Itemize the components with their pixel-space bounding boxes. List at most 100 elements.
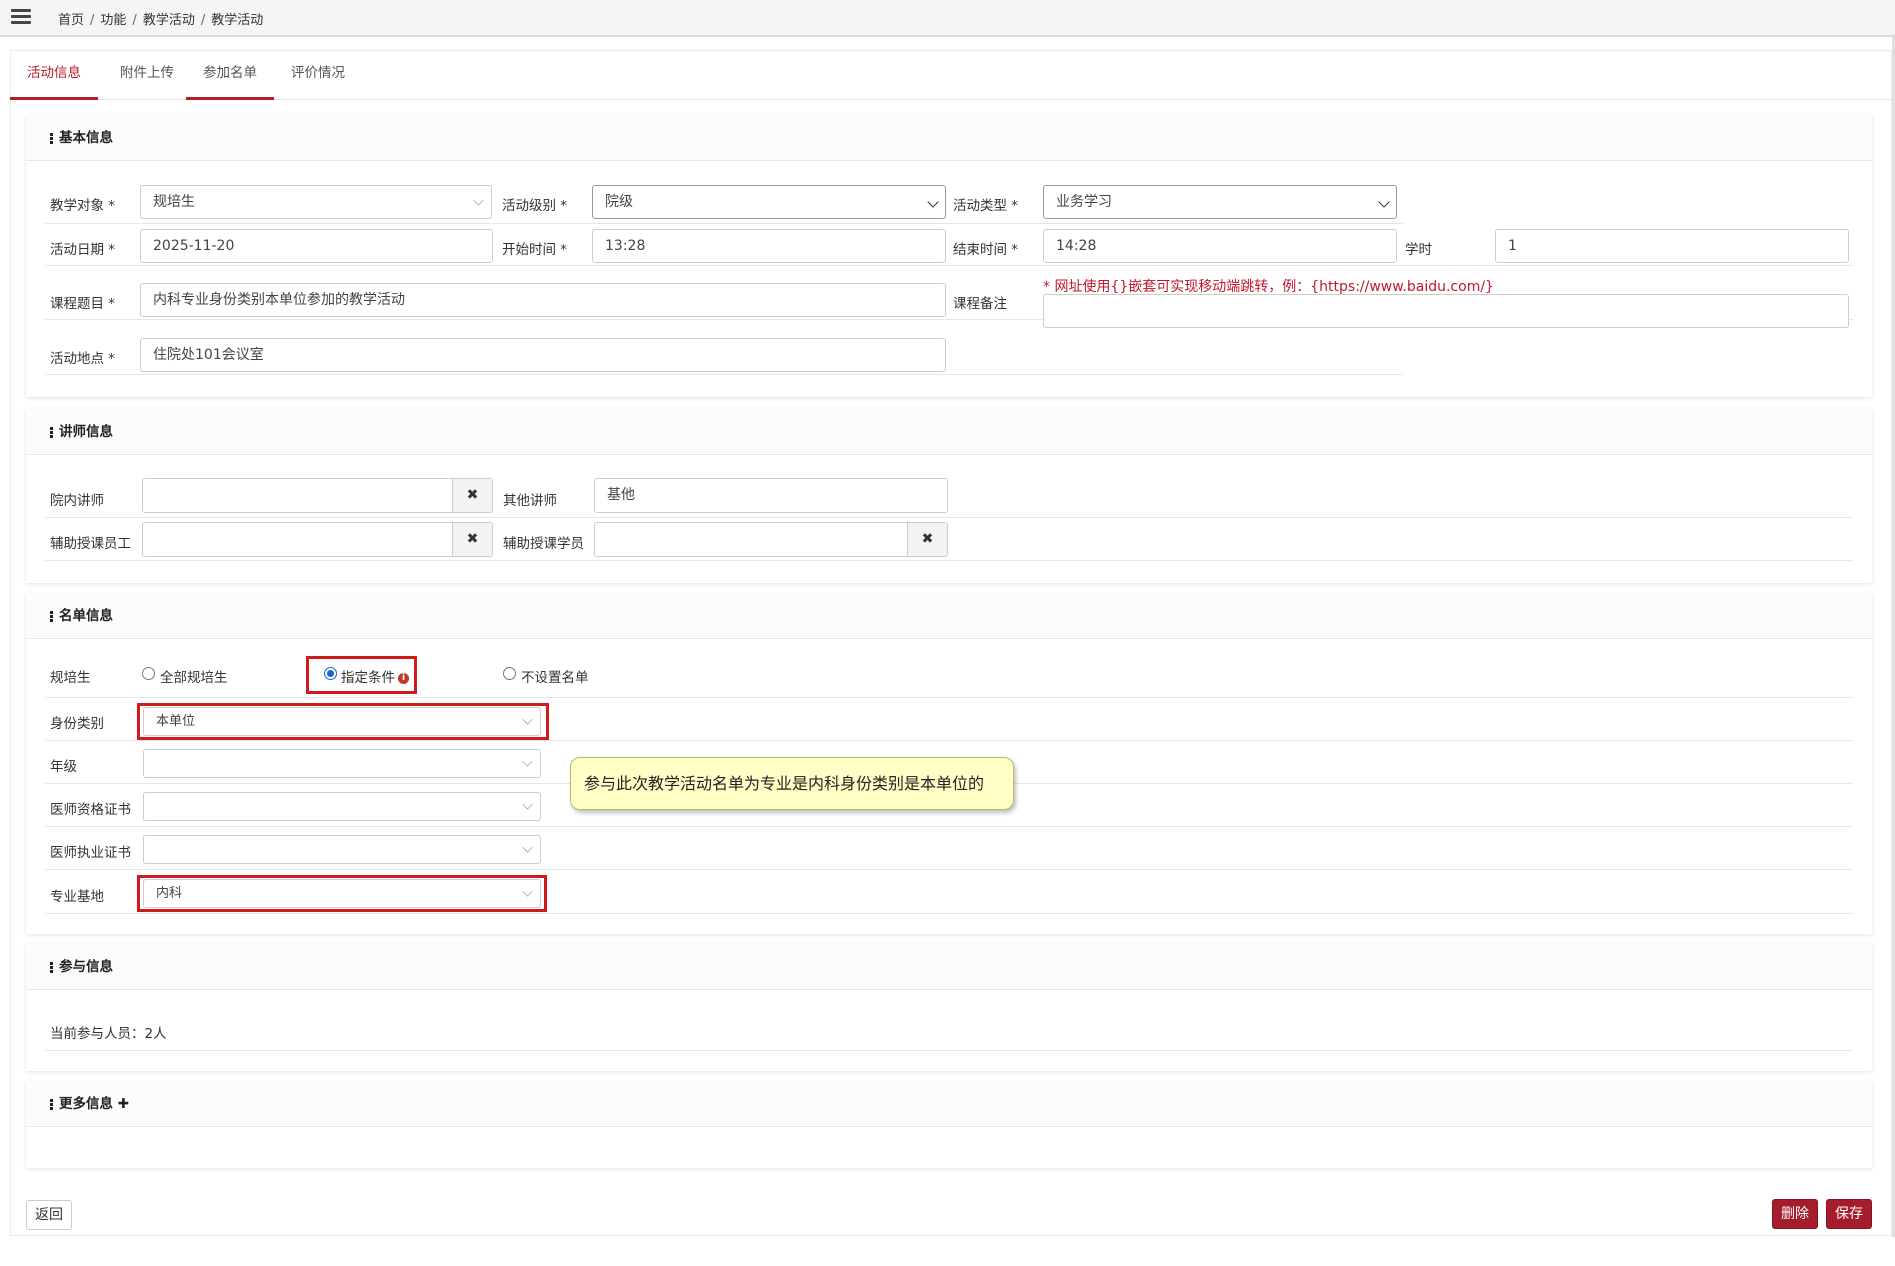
level-value: 院级 <box>605 194 633 210</box>
top-bar: 首页 / 功能 / 教学活动 / 教学活动 <box>0 0 1895 37</box>
breadcrumb-function[interactable]: 功能 <box>100 13 126 28</box>
type-select[interactable]: 业务学习 <box>1043 185 1397 219</box>
radio-specified-label[interactable]: 指定条件 i <box>341 666 409 686</box>
participant-count: 当前参与人员：2人 <box>50 1026 167 1042</box>
clear-icon[interactable]: ✖ <box>907 523 947 556</box>
delete-button[interactable]: 删除 <box>1772 1199 1818 1229</box>
end-time-input[interactable]: 14:28 <box>1043 229 1397 263</box>
save-button[interactable]: 保存 <box>1826 1199 1872 1229</box>
radio-all-trainees[interactable] <box>142 667 155 680</box>
info-icon[interactable]: i <box>398 672 409 684</box>
tab-activity-info[interactable]: 活动信息 <box>10 52 98 100</box>
breadcrumb: 首页 / 功能 / 教学活动 / 教学活动 <box>58 9 263 28</box>
chevron-down-icon <box>522 756 533 767</box>
clear-icon[interactable]: ✖ <box>452 523 492 556</box>
basic-info-header: 基本信息 <box>26 115 1872 161</box>
assist-staff-label: 辅助授课员工 <box>50 536 131 552</box>
lecturer-info-title: 讲师信息 <box>59 424 113 440</box>
chevron-down-icon <box>522 714 533 725</box>
type-label: 活动类型 * <box>953 198 1019 214</box>
radio-specified-text: 指定条件 <box>341 670 395 686</box>
back-button[interactable]: 返回 <box>26 1200 72 1230</box>
more-info-header[interactable]: 更多信息 ✚ <box>26 1081 1872 1127</box>
topic-label: 课程题目 * <box>50 296 116 312</box>
end-time-label: 结束时间 * <box>953 242 1019 258</box>
internal-lecturer-label: 院内讲师 <box>50 493 104 509</box>
assist-staff-input[interactable]: ✖ <box>142 522 493 557</box>
more-info-section: 更多信息 ✚ <box>26 1081 1872 1168</box>
license-select[interactable] <box>143 835 541 864</box>
annotation-tooltip: 参与此次教学活动名单为专业是内科身份类别是本单位的 <box>570 757 1014 810</box>
participation-title: 参与信息 <box>59 959 113 975</box>
qualification-select[interactable] <box>143 792 541 821</box>
chevron-down-icon <box>1378 196 1390 208</box>
chevron-down-icon <box>522 799 533 810</box>
level-label: 活动级别 * <box>502 198 568 214</box>
tab-bar: 活动信息 附件上传 参加名单 评价情况 <box>10 52 1892 100</box>
base-value: 内科 <box>156 886 183 901</box>
remark-input[interactable] <box>1043 294 1849 328</box>
lecturer-info-header: 讲师信息 <box>26 409 1872 455</box>
vertical-dots-icon <box>50 610 53 623</box>
license-label: 医师执业证书 <box>50 845 131 861</box>
grade-label: 年级 <box>50 759 77 775</box>
target-select[interactable]: 规培生 <box>140 185 492 219</box>
identity-select[interactable]: 本单位 <box>143 707 541 736</box>
chevron-down-icon <box>473 195 484 206</box>
radio-all-label[interactable]: 全部规培生 <box>160 666 228 686</box>
other-lecturer-input[interactable]: 基他 <box>594 478 948 513</box>
participation-row <box>45 1008 1853 1051</box>
base-select[interactable]: 内科 <box>143 879 541 908</box>
basic-info-title: 基本信息 <box>59 130 113 146</box>
place-label: 活动地点 * <box>50 351 116 367</box>
radio-specified-conditions[interactable] <box>324 667 337 680</box>
qualification-label: 医师资格证书 <box>50 802 131 818</box>
place-input[interactable]: 住院处101会议室 <box>140 338 946 372</box>
identity-value: 本单位 <box>156 714 196 729</box>
hours-label: 学时 <box>1405 242 1432 258</box>
vertical-dots-icon <box>50 961 53 974</box>
tab-attachment-upload[interactable]: 附件上传 <box>103 52 191 100</box>
vertical-dots-icon <box>50 1098 53 1111</box>
start-time-input[interactable]: 13:28 <box>592 229 946 263</box>
date-input[interactable]: 2025-11-20 <box>140 229 493 263</box>
type-value: 业务学习 <box>1056 194 1112 210</box>
participation-header: 参与信息 <box>26 944 1872 990</box>
target-label: 教学对象 * <box>50 198 116 214</box>
hours-input[interactable]: 1 <box>1495 229 1849 263</box>
hamburger-menu-icon[interactable] <box>11 7 31 27</box>
remark-label: 课程备注 <box>953 296 1007 312</box>
clear-icon[interactable]: ✖ <box>452 479 492 512</box>
level-select[interactable]: 院级 <box>592 185 946 219</box>
base-label: 专业基地 <box>50 889 104 905</box>
chevron-down-icon <box>927 196 939 208</box>
start-time-label: 开始时间 * <box>502 242 568 258</box>
grade-select[interactable] <box>143 749 541 778</box>
vertical-dots-icon <box>50 426 53 439</box>
tab-evaluation[interactable]: 评价情况 <box>274 52 362 100</box>
chevron-down-icon <box>522 886 533 897</box>
radio-no-list[interactable] <box>503 667 516 680</box>
radio-none-label[interactable]: 不设置名单 <box>521 666 589 686</box>
trainee-label: 规培生 <box>50 670 91 686</box>
vertical-dots-icon <box>50 132 53 145</box>
identity-label: 身份类别 <box>50 716 104 732</box>
date-label: 活动日期 * <box>50 242 116 258</box>
breadcrumb-separator: / <box>200 13 206 28</box>
chevron-down-icon <box>522 842 533 853</box>
assist-student-input[interactable]: ✖ <box>594 522 948 557</box>
assist-student-label: 辅助授课学员 <box>503 536 584 552</box>
topic-input[interactable]: 内科专业身份类别本单位参加的教学活动 <box>140 283 946 317</box>
breadcrumb-teaching-activity[interactable]: 教学活动 <box>143 13 195 28</box>
more-info-title: 更多信息 <box>59 1096 113 1112</box>
breadcrumb-separator: / <box>90 13 95 28</box>
expand-plus-icon[interactable]: ✚ <box>118 1096 129 1112</box>
breadcrumb-home[interactable]: 首页 <box>58 13 84 28</box>
roster-info-title: 名单信息 <box>59 608 113 624</box>
target-value: 规培生 <box>153 194 195 210</box>
internal-lecturer-input[interactable]: ✖ <box>142 478 493 513</box>
breadcrumb-current: 教学活动 <box>211 13 264 28</box>
remark-note: * 网址使用{}嵌套可实现移动端跳转，例：{https://www.baidu.… <box>1043 279 1494 295</box>
tab-participant-list[interactable]: 参加名单 <box>186 52 274 100</box>
breadcrumb-separator: / <box>132 13 137 28</box>
